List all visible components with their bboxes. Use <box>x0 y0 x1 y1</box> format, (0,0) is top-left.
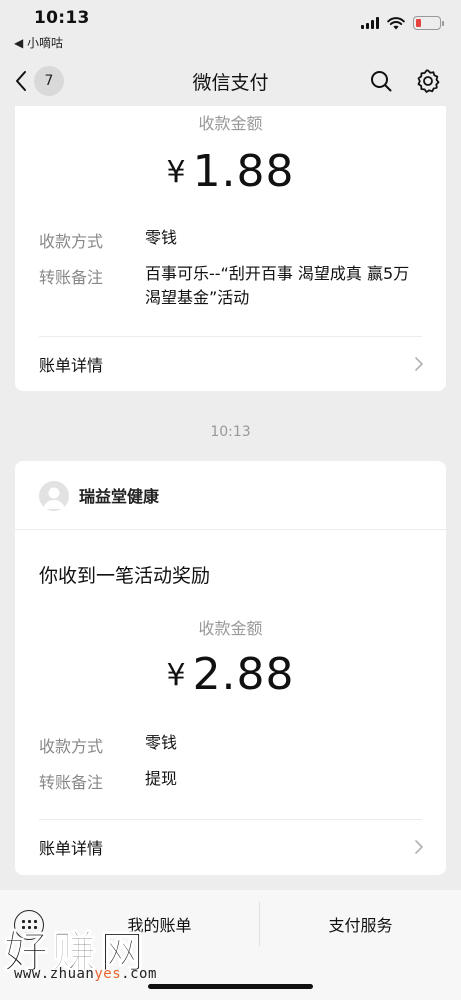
my-bills-button[interactable]: 我的账单 <box>60 912 259 936</box>
amount-label: 收款金额 <box>198 114 263 133</box>
bill-details-label: 账单详情 <box>39 839 104 858</box>
method-label: 收款方式 <box>39 737 104 756</box>
payment-card: 收款金额 ¥1.88 收款方式 零钱 转账备注 百事可乐--“刮开百事 渴望成真… <box>15 106 446 391</box>
amount-label: 收款金额 <box>198 619 263 638</box>
battery-icon <box>413 16 444 30</box>
amount-value: ¥1.88 <box>166 146 295 197</box>
method-value: 零钱 <box>145 228 178 247</box>
reward-card: 瑞益堂健康 你收到一笔活动奖励 收款金额 ¥2.88 收款方式 零钱 转账备注 … <box>15 461 446 875</box>
payment-services-button[interactable]: 支付服务 <box>260 912 461 936</box>
signal-icon <box>361 17 379 29</box>
message-timestamp: 10:13 <box>210 424 251 440</box>
divider <box>15 529 446 530</box>
status-time: 10:13 <box>34 8 90 28</box>
merchant-header[interactable]: 瑞益堂健康 <box>15 461 446 529</box>
chevron-right-icon <box>415 357 423 371</box>
status-icons <box>361 16 444 30</box>
card-heading: 你收到一笔活动奖励 <box>39 565 211 587</box>
bill-details-link[interactable]: 账单详情 <box>15 820 446 874</box>
home-indicator[interactable] <box>148 984 313 989</box>
wifi-icon <box>387 16 405 29</box>
merchant-avatar <box>39 481 69 511</box>
note-label: 转账备注 <box>39 773 104 792</box>
back-to-app-link[interactable]: ◀ 小嘀咕 <box>14 34 63 51</box>
status-bar: 10:13 ◀ 小嘀咕 <box>0 0 461 56</box>
search-button[interactable] <box>369 69 393 97</box>
keyboard-toggle-icon[interactable] <box>14 910 44 940</box>
search-icon <box>371 71 392 92</box>
amount-value: ¥2.88 <box>166 649 295 700</box>
bill-details-label: 账单详情 <box>39 356 104 375</box>
method-value: 零钱 <box>145 733 178 752</box>
method-label: 收款方式 <box>39 232 104 251</box>
note-value: 百事可乐--“刮开百事 渴望成真 赢5万渴望基金”活动 <box>145 264 410 307</box>
note-label: 转账备注 <box>39 268 104 287</box>
bill-details-link[interactable]: 账单详情 <box>15 337 446 391</box>
note-value: 提现 <box>145 769 178 788</box>
chevron-right-icon <box>415 840 423 854</box>
merchant-name: 瑞益堂健康 <box>79 487 160 506</box>
settings-button[interactable] <box>415 68 441 98</box>
gear-icon <box>417 69 440 93</box>
nav-bar: 7 微信支付 <box>0 56 461 106</box>
avatar-placeholder-icon <box>43 487 65 509</box>
